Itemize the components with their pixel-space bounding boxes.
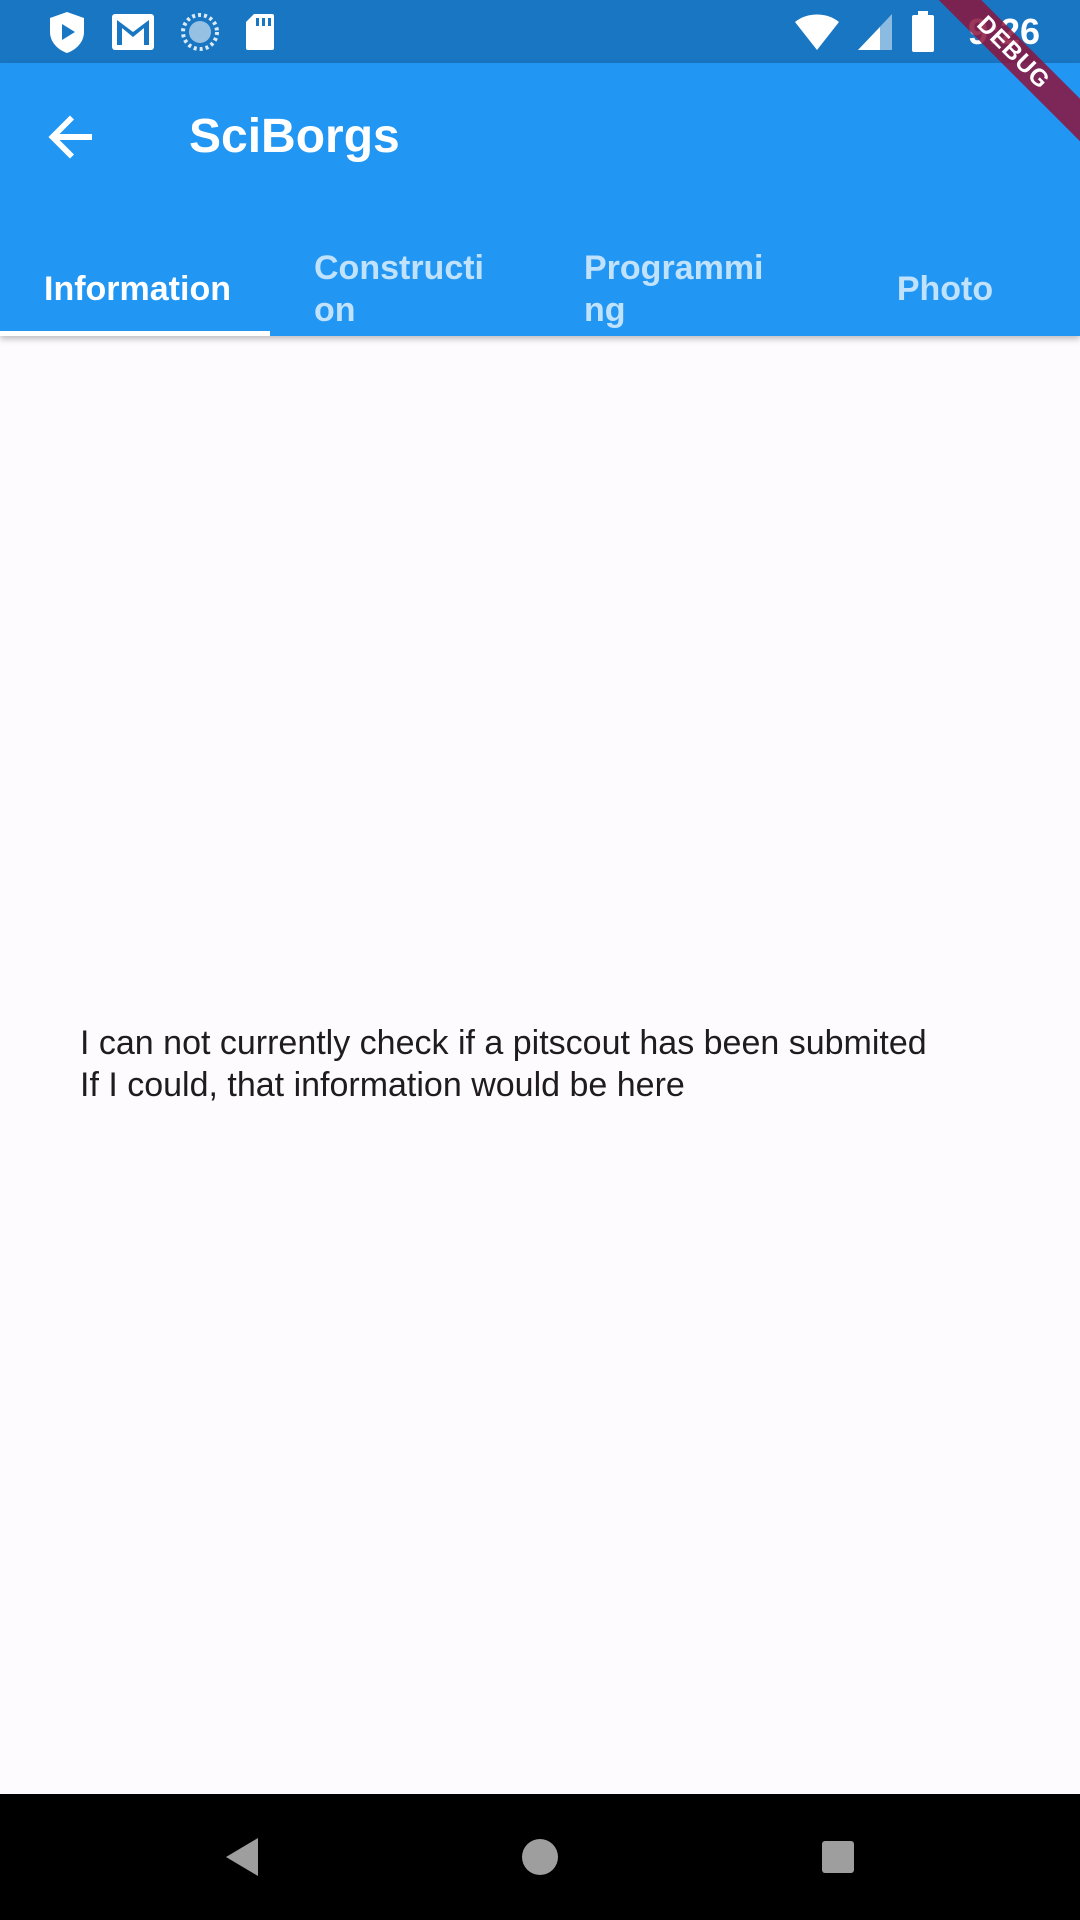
- screen: 9:26 SciBorgs Information Construction P…: [0, 0, 1080, 1920]
- recents-square-icon: [822, 1841, 854, 1873]
- status-left-icons: [48, 8, 276, 56]
- arrow-back-icon: [48, 115, 92, 159]
- info-message: I can not currently check if a pitscout …: [80, 1022, 1040, 1106]
- tab-bar: Information Construction Programming Pho…: [0, 233, 1080, 336]
- page-title: SciBorgs: [189, 110, 400, 163]
- back-button[interactable]: [36, 101, 108, 173]
- tab-programming[interactable]: Programming: [540, 233, 810, 336]
- tab-construction[interactable]: Construction: [270, 233, 540, 336]
- status-bar: 9:26: [0, 0, 1080, 63]
- system-nav-bar: [0, 1794, 1080, 1920]
- nav-back-button[interactable]: [212, 1827, 272, 1887]
- info-message-line-2: If I could, that information would be he…: [80, 1066, 685, 1104]
- signal-icon: [857, 14, 892, 50]
- sync-icon: [181, 13, 219, 51]
- tab-information[interactable]: Information: [0, 233, 270, 336]
- nav-home-button[interactable]: [510, 1827, 570, 1887]
- tab-photo-label: Photo: [896, 269, 994, 308]
- app-bar: SciBorgs Information Construction Progra…: [0, 63, 1080, 336]
- tab-photo[interactable]: Photo: [810, 233, 1080, 336]
- status-right-icons: 9:26: [794, 8, 1040, 56]
- tab-programming-label: Programming: [584, 248, 764, 329]
- tab-information-label: Information: [44, 269, 231, 308]
- status-time: 9:26: [967, 11, 1040, 52]
- info-message-line-1: I can not currently check if a pitscout …: [80, 1024, 927, 1062]
- gmail-icon: [112, 14, 154, 50]
- sd-card-icon: [246, 14, 274, 50]
- nav-recents-button[interactable]: [808, 1827, 868, 1887]
- tab-construction-label: Construction: [314, 248, 484, 329]
- home-circle-icon: [522, 1839, 558, 1875]
- tab-indicator: [0, 331, 270, 336]
- back-triangle-icon: [226, 1838, 258, 1876]
- play-protect-icon: [50, 12, 84, 53]
- battery-icon: [911, 11, 934, 52]
- wifi-icon: [794, 14, 839, 50]
